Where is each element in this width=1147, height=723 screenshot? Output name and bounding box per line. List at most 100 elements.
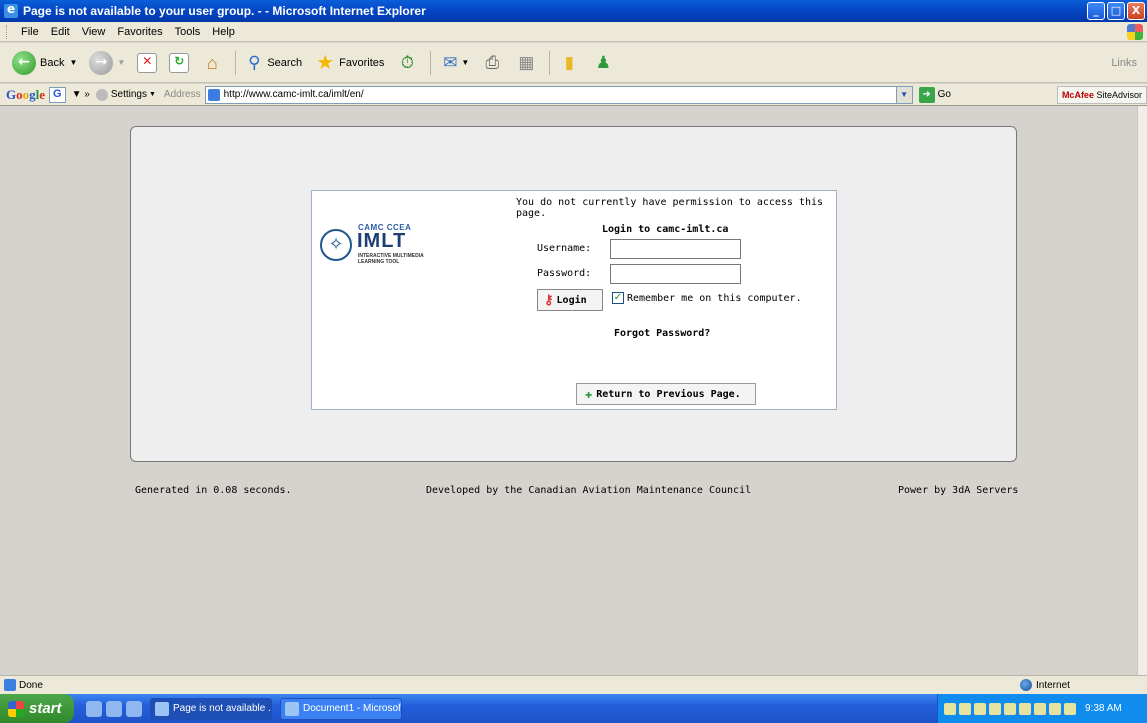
login-box: You do not currently have permission to … bbox=[311, 190, 837, 410]
logo-brand: IMLT bbox=[357, 230, 407, 252]
menu-tools[interactable]: Tools bbox=[169, 26, 207, 38]
internet-globe-icon bbox=[1020, 679, 1032, 691]
password-input[interactable] bbox=[610, 264, 741, 284]
window-controls: _ □ X bbox=[1087, 2, 1145, 20]
menu-view[interactable]: View bbox=[76, 26, 112, 38]
tray-security-icon[interactable] bbox=[959, 702, 971, 715]
maximize-button[interactable]: □ bbox=[1107, 2, 1125, 20]
username-input[interactable] bbox=[610, 239, 741, 259]
stop-button[interactable]: ✕ bbox=[133, 48, 161, 78]
refresh-button[interactable]: ↻ bbox=[165, 48, 193, 78]
mcafee-product: SiteAdvisor bbox=[1096, 90, 1142, 100]
mcafee-brand: McAfee bbox=[1061, 90, 1094, 100]
settings-label: Settings bbox=[110, 89, 147, 100]
search-icon: ⚲ bbox=[248, 52, 261, 72]
back-arrow-icon: ← bbox=[12, 50, 36, 75]
history-icon: ⏱ bbox=[400, 52, 415, 72]
menu-edit[interactable]: Edit bbox=[45, 26, 76, 38]
address-input[interactable]: http://www.camc-imlt.ca/imlt/en/ bbox=[204, 85, 897, 104]
messenger-icon: ♟ bbox=[595, 52, 611, 72]
forward-button[interactable]: → ▼ bbox=[85, 48, 129, 78]
folder-button[interactable]: ▮ bbox=[554, 48, 584, 78]
taskbar-clock[interactable]: 9:38 AM bbox=[1085, 703, 1122, 714]
quick-launch bbox=[86, 700, 142, 717]
favorites-label: Favorites bbox=[339, 56, 385, 69]
remember-me-checkbox[interactable]: ✓ bbox=[612, 292, 624, 304]
tray-antivirus-icon[interactable] bbox=[1049, 702, 1061, 715]
mail-icon: ✉ bbox=[443, 52, 458, 72]
refresh-icon: ↻ bbox=[169, 52, 190, 73]
tray-messenger-icon[interactable] bbox=[1034, 702, 1046, 715]
forward-dropdown-icon[interactable]: ▼ bbox=[117, 58, 125, 67]
footer-developed: Developed by the Canadian Aviation Maint… bbox=[426, 485, 752, 496]
favorites-button[interactable]: ★ Favorites bbox=[310, 48, 388, 78]
menu-help[interactable]: Help bbox=[206, 26, 241, 38]
forward-arrow-icon: → bbox=[89, 50, 114, 75]
menu-bar: File Edit View Favorites Tools Help bbox=[0, 22, 1147, 42]
content-panel: You do not currently have permission to … bbox=[130, 126, 1017, 462]
go-button[interactable]: ➜ Go bbox=[918, 86, 951, 103]
imlt-logo: ✧ CAMC CCEA IMLT INTERACTIVE MULTIMEDIA … bbox=[320, 223, 460, 267]
taskbar-item-word[interactable]: Document1 - Microsof... bbox=[280, 697, 402, 720]
mail-dropdown-icon[interactable]: ▼ bbox=[461, 58, 469, 67]
status-text: Done bbox=[19, 679, 43, 691]
quick-launch-desktop-icon[interactable] bbox=[86, 700, 102, 717]
toolbar-divider bbox=[430, 50, 432, 75]
quick-launch-folder-icon[interactable] bbox=[126, 700, 142, 717]
word-task-icon bbox=[285, 701, 299, 716]
edit-button[interactable]: ▦ bbox=[511, 48, 541, 78]
address-dropdown-icon[interactable]: ▼ bbox=[896, 85, 913, 104]
vertical-scrollbar[interactable] bbox=[1137, 106, 1147, 675]
search-button[interactable]: ⚲ Search bbox=[240, 48, 306, 78]
tray-network-icon[interactable] bbox=[944, 702, 956, 715]
menu-favorites[interactable]: Favorites bbox=[111, 26, 168, 38]
security-zone[interactable]: Internet bbox=[1020, 679, 1070, 691]
quick-launch-ie-icon[interactable] bbox=[106, 700, 122, 717]
minimize-button[interactable]: _ bbox=[1087, 2, 1105, 20]
page-done-icon bbox=[4, 679, 16, 691]
footer-power: Power by 3dA Servers bbox=[898, 485, 1019, 496]
window-title-bar[interactable]: Page is not available to your user group… bbox=[0, 0, 1147, 22]
back-button[interactable]: ← Back ▼ bbox=[8, 48, 81, 78]
google-search-button[interactable]: G bbox=[49, 86, 66, 103]
toolbar-grip[interactable] bbox=[6, 24, 9, 39]
print-icon: ⎙ bbox=[485, 52, 500, 72]
home-button[interactable]: ⌂ bbox=[197, 48, 227, 78]
menu-file[interactable]: File bbox=[15, 26, 45, 38]
messenger-button[interactable]: ♟ bbox=[588, 48, 618, 78]
history-button[interactable]: ⏱ bbox=[392, 48, 422, 78]
start-button[interactable]: start bbox=[0, 694, 74, 723]
search-label: Search bbox=[267, 56, 303, 69]
settings-dropdown-icon: ▼ bbox=[148, 91, 156, 98]
page-icon bbox=[207, 88, 220, 101]
footer-generated: Generated in 0.08 seconds. bbox=[135, 485, 292, 496]
tray-update-icon[interactable] bbox=[1019, 702, 1031, 715]
google-dropdown-icon[interactable]: ▼ » bbox=[72, 89, 90, 100]
return-button-label: Return to Previous Page. bbox=[596, 388, 741, 400]
logo-tagline: INTERACTIVE MULTIMEDIA LEARNING TOOL bbox=[358, 253, 424, 265]
print-button[interactable]: ⎙ bbox=[477, 48, 507, 78]
tray-mail-icon[interactable] bbox=[989, 702, 1001, 715]
remember-me[interactable]: ✓ Remember me on this computer. bbox=[612, 292, 802, 304]
forgot-password-link[interactable]: Forgot Password? bbox=[614, 328, 710, 339]
camc-roundel-icon: ✧ bbox=[320, 229, 352, 261]
taskbar-item-ie[interactable]: Page is not available ... bbox=[150, 697, 272, 720]
mcafee-siteadvisor-button[interactable]: McAfee SiteAdvisor bbox=[1056, 86, 1147, 104]
task-label: Page is not available ... bbox=[173, 703, 272, 714]
return-previous-button[interactable]: ✚ Return to Previous Page. bbox=[576, 383, 756, 405]
password-label: Password: bbox=[537, 268, 592, 279]
settings-menu[interactable]: Settings ▼ bbox=[95, 88, 156, 101]
toolbar-divider bbox=[235, 50, 237, 75]
username-label: Username: bbox=[537, 243, 592, 254]
mail-button[interactable]: ✉ ▼ bbox=[435, 48, 473, 78]
tray-sound-icon[interactable] bbox=[1004, 702, 1016, 715]
login-button[interactable]: ⚷ Login bbox=[537, 289, 603, 311]
task-label: Document1 - Microsof... bbox=[303, 703, 402, 714]
tray-wireless-icon[interactable] bbox=[1064, 702, 1076, 715]
edit-page-icon: ▦ bbox=[518, 52, 535, 72]
back-dropdown-icon[interactable]: ▼ bbox=[69, 58, 77, 67]
close-button[interactable]: X bbox=[1127, 2, 1145, 20]
tray-app-icon[interactable] bbox=[974, 702, 986, 715]
links-label[interactable]: Links bbox=[1111, 57, 1137, 69]
address-label: Address bbox=[163, 89, 201, 100]
